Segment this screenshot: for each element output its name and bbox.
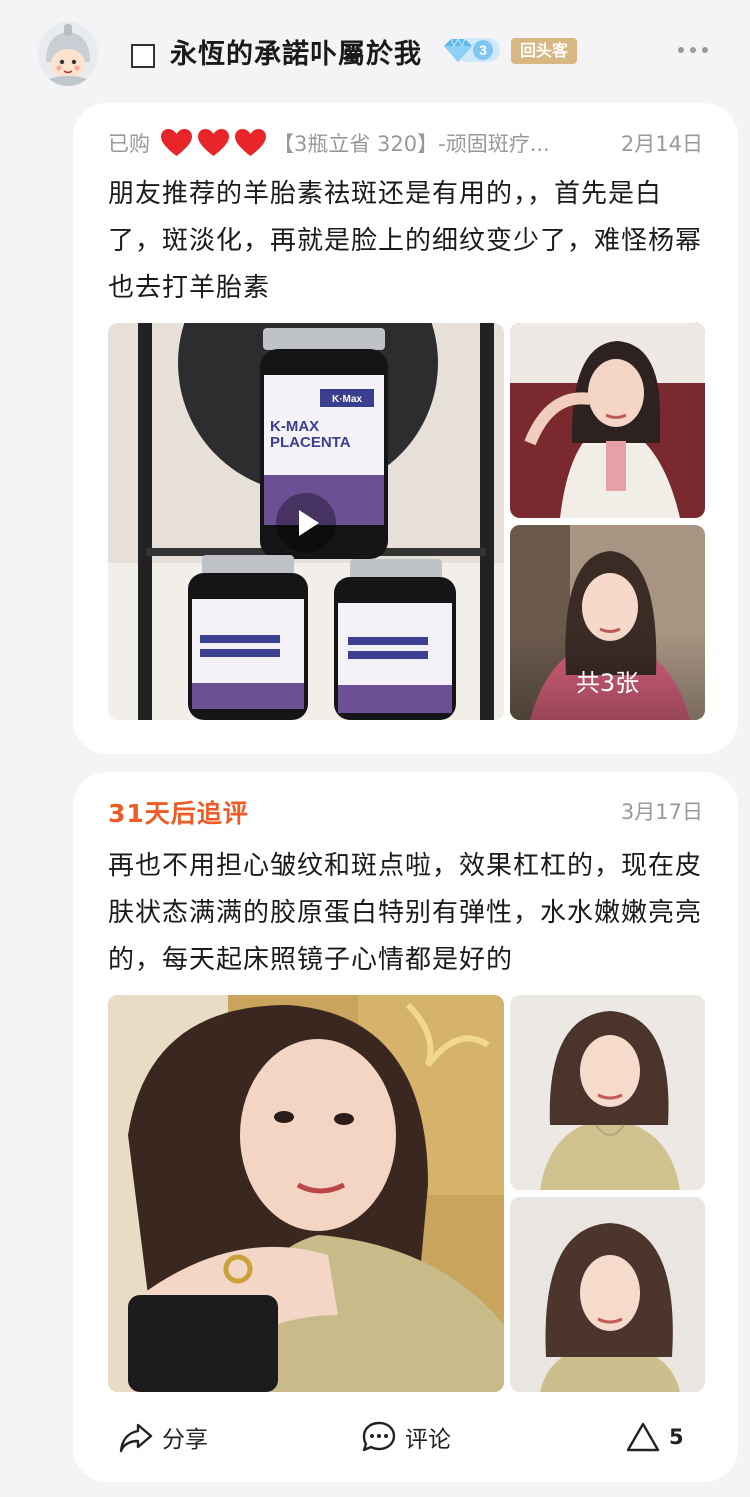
product-name-line1: K-MAX xyxy=(270,418,319,435)
followup-photo[interactable] xyxy=(510,1197,705,1392)
vip-level-badge: 3 xyxy=(442,36,500,64)
play-icon[interactable] xyxy=(276,493,336,553)
vip-level-number: 3 xyxy=(479,42,487,58)
share-button[interactable]: 分享 xyxy=(118,1420,208,1454)
like-count: 5 xyxy=(669,1425,684,1449)
review-photo[interactable] xyxy=(510,323,705,518)
review-text: 朋友推荐的羊胎素祛斑还是有用的，，首先是白了，斑淡化，再就是脸上的细纹变少了，难… xyxy=(108,179,703,303)
username[interactable]: 永恆的承諾卟屬於我 xyxy=(170,32,422,71)
share-label: 分享 xyxy=(162,1427,208,1453)
rating-hearts xyxy=(160,128,267,158)
image-count-label: 共3张 xyxy=(510,525,705,720)
heart-icon xyxy=(235,129,266,156)
avatar[interactable] xyxy=(38,22,98,86)
followup-photo[interactable] xyxy=(108,995,504,1392)
purchased-label: 已购 xyxy=(108,132,150,156)
review-photo[interactable]: 共3张 xyxy=(510,525,705,720)
like-button[interactable]: 5 xyxy=(625,1420,684,1454)
followup-text: 再也不用担心皱纹和斑点啦，效果杠杠的，现在皮肤状态满满的胶原蛋白特别有弹性，水水… xyxy=(108,851,703,975)
product-brand-label: K·Max xyxy=(332,394,362,405)
followup-images xyxy=(108,995,705,1392)
followup-title: 31天后追评 xyxy=(108,799,249,828)
share-icon xyxy=(119,1423,153,1453)
diamond-icon: 3 xyxy=(444,38,500,62)
heart-icon xyxy=(161,129,192,156)
triangle-like-icon xyxy=(626,1422,660,1452)
product-name-line2: PLACENTA xyxy=(270,434,351,451)
followup-card: 31天后追评 3月17日 再也不用担心皱纹和斑点啦，效果杠杠的，现在皮肤状态满满… xyxy=(73,772,738,1482)
product-spec[interactable]: 【3瓶立省 320】-顽固斑疗... xyxy=(273,128,613,158)
heart-icon xyxy=(198,129,229,156)
select-checkbox[interactable] xyxy=(131,44,155,68)
followup-photo[interactable] xyxy=(510,995,705,1190)
followup-date: 3月17日 xyxy=(620,800,703,824)
more-options-icon[interactable] xyxy=(675,36,711,64)
action-bar: 分享 评论 5 xyxy=(73,1390,738,1480)
comment-button[interactable]: 评论 xyxy=(361,1420,451,1454)
comment-icon xyxy=(362,1421,396,1452)
reviewer-header: 永恆的承諾卟屬於我 3 回头客 xyxy=(0,0,750,100)
returning-customer-badge: 回头客 xyxy=(511,38,577,64)
cartoon-helmet-avatar-icon xyxy=(38,22,98,86)
review-images: K·Max K-MAX PLACENTA 共3张 xyxy=(108,323,705,720)
review-video-thumbnail[interactable]: K·Max K-MAX PLACENTA xyxy=(108,323,504,720)
review-card: 已购 【3瓶立省 320】-顽固斑疗... 2月14日 朋友推荐的羊胎素祛斑还是… xyxy=(73,103,738,754)
review-meta: 已购 【3瓶立省 320】-顽固斑疗... 2月14日 xyxy=(108,125,703,161)
review-date: 2月14日 xyxy=(620,132,703,156)
comment-label: 评论 xyxy=(405,1427,451,1453)
